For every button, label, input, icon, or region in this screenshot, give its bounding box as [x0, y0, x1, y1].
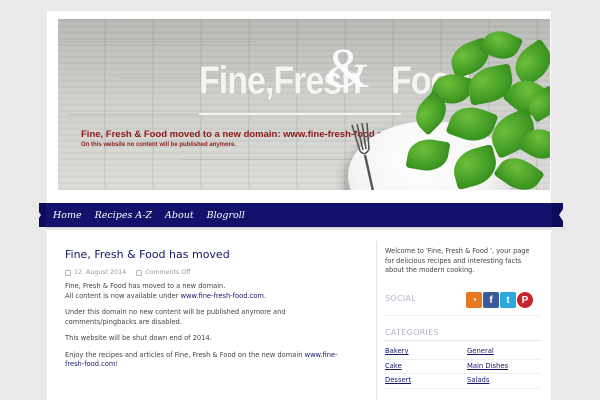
- fork-icon: [351, 122, 375, 190]
- nav-item-about[interactable]: About: [165, 210, 194, 221]
- categories-list: Bakery General Cake Main Dishes Dessert …: [385, 345, 540, 389]
- nav-item-recipes[interactable]: Recipes A-Z: [95, 210, 152, 221]
- ribbon-right-notch: [559, 203, 567, 227]
- category-link-bakery[interactable]: Bakery: [385, 345, 467, 360]
- post-paragraph: Fine, Fresh & Food has moved to a new do…: [65, 282, 350, 301]
- post-article: Fine, Fresh & Food has moved 12. August …: [65, 248, 350, 377]
- wood-grain: [58, 41, 258, 42]
- category-link-main-dishes[interactable]: Main Dishes: [467, 360, 540, 374]
- post-paragraph: Under this domain no new content will be…: [65, 308, 350, 327]
- categories-divider: [385, 340, 540, 341]
- social-icon-group: ◔ f t P: [466, 292, 534, 308]
- post-paragraph: This website will be shut down end of 20…: [65, 334, 350, 344]
- pinterest-icon[interactable]: P: [517, 292, 533, 308]
- post-text: This website will be shut down end of 20…: [65, 334, 212, 342]
- post-text: All content is now available under: [65, 291, 181, 300]
- category-link-salads[interactable]: Salads: [467, 374, 540, 389]
- ribbon-left-notch: [33, 203, 41, 227]
- rss-icon[interactable]: ◔: [466, 292, 482, 308]
- post-text: .: [263, 291, 266, 300]
- wood-grain: [68, 114, 208, 115]
- category-link-cake[interactable]: Cake: [385, 360, 467, 374]
- sidebar-welcome: Welcome to 'Fine, Fresh & Food ', your p…: [385, 247, 540, 276]
- social-heading: SOCIAL: [385, 294, 417, 303]
- comment-icon: [136, 269, 143, 276]
- post-paragraph: Enjoy the recipes and articles of Fine, …: [65, 351, 350, 370]
- nav-item-home[interactable]: Home: [53, 210, 82, 221]
- nav-shadow: [46, 227, 552, 231]
- main-navigation: Home Recipes A-Z About Blogroll: [46, 203, 552, 227]
- post-text: Enjoy the recipes and articles of Fine, …: [65, 350, 305, 359]
- welcome-text: Welcome to 'Fine, Fresh & Food ', your p…: [385, 247, 530, 274]
- banner-subnote: On this website no content will be publi…: [81, 142, 237, 148]
- categories-heading: CATEGORIES: [385, 328, 439, 337]
- category-link-dessert[interactable]: Dessert: [385, 374, 467, 389]
- post-title[interactable]: Fine, Fresh & Food has moved: [65, 248, 350, 261]
- post-text: Under this domain no new content will be…: [65, 308, 286, 326]
- calendar-icon: [65, 269, 71, 276]
- post-meta: 12. August 2014 Comments Off: [65, 269, 350, 276]
- category-link-general[interactable]: General: [467, 345, 540, 360]
- post-text: Fine, Fresh & Food has moved to a new do…: [65, 282, 226, 290]
- facebook-icon[interactable]: f: [483, 292, 499, 308]
- header-banner[interactable]: Fine,Fresh Food & Fine, Fresh & Food move…: [58, 19, 550, 190]
- sidebar-divider: [376, 241, 377, 400]
- twitter-icon[interactable]: t: [500, 292, 516, 308]
- post-comments-status: Comments Off: [145, 269, 191, 276]
- banner-underline: [199, 113, 401, 115]
- social-divider: [385, 315, 540, 316]
- nav-item-blogroll[interactable]: Blogroll: [207, 210, 245, 221]
- post-date[interactable]: 12. August 2014: [74, 269, 126, 276]
- post-text: !: [115, 360, 119, 368]
- banner-ampersand: &: [326, 38, 370, 100]
- new-domain-link[interactable]: www.fine-fresh-food.com: [181, 292, 264, 300]
